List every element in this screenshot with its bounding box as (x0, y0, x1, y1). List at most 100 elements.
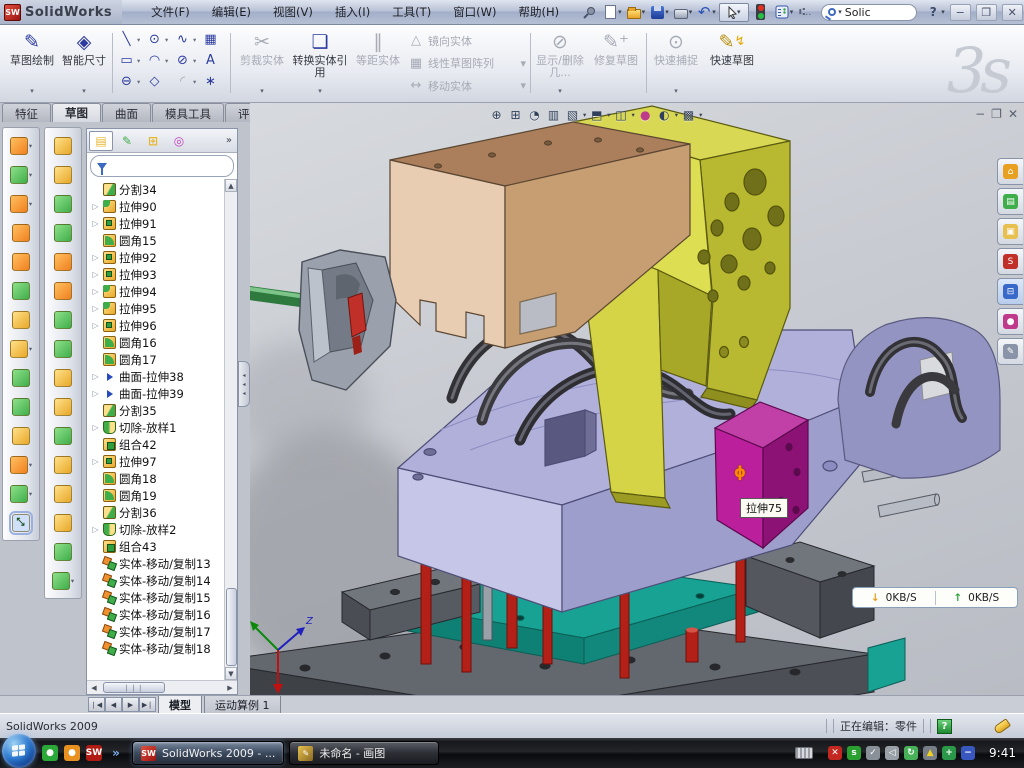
move-copy-icon[interactable]: ▾ (3, 450, 39, 479)
start-button[interactable] (2, 734, 36, 768)
rectangle-icon[interactable]: ▭ (118, 52, 135, 69)
task-pane-tab-resources-home-icon[interactable]: ⌂ (997, 158, 1023, 185)
options-icon[interactable] (773, 3, 791, 21)
tree-item-分割34[interactable]: 分割34 (87, 181, 237, 198)
new-document-icon[interactable] (601, 3, 619, 21)
hide-show-items-icon[interactable]: ◫ (613, 106, 630, 123)
task-pane-tab-appearances-sphere-icon[interactable]: ● (997, 308, 1023, 335)
select-dropdown-arrow[interactable]: ▾ (737, 8, 741, 16)
protect-plus-icon[interactable]: + (942, 746, 956, 760)
scrollbar-thumb[interactable] (226, 588, 237, 666)
trim-entities-button[interactable]: ✂ 剪裁实体▾ (236, 29, 288, 97)
spline-tool-icon-dropdown[interactable]: ▾ (71, 577, 74, 585)
offset-entities-button[interactable]: ∥ 等距实体 (352, 29, 404, 97)
tree-item-圆角18[interactable]: 圆角18 (87, 470, 237, 487)
scene-icon[interactable]: ◐ (656, 106, 673, 123)
last-tab-icon[interactable]: ▶❘ (139, 697, 156, 712)
circle-icon[interactable]: ⊙ (146, 31, 163, 48)
tree-item-圆角17[interactable]: 圆角17 (87, 351, 237, 368)
command-tab-2[interactable]: 曲面 (102, 103, 151, 122)
view-orientation-icon-dropdown[interactable]: ▾ (607, 111, 610, 119)
sketch-text-icon[interactable]: A (202, 52, 219, 69)
expand-icon[interactable]: ▷ (91, 321, 100, 330)
arc-icon[interactable]: ◠ (146, 52, 163, 69)
task-pane-tab-view-palette-icon[interactable]: ⊟ (997, 278, 1023, 305)
task-pane-tab-file-explorer-icon[interactable]: ▣ (997, 218, 1023, 245)
tree-filter-box[interactable] (90, 155, 234, 177)
pin-icon[interactable] (580, 3, 598, 21)
tree-item-拉伸94[interactable]: ▷拉伸94 (87, 283, 237, 300)
scene-icon-dropdown[interactable]: ▾ (675, 111, 678, 119)
tree-item-圆角19[interactable]: 圆角19 (87, 487, 237, 504)
cut-extrude-icon[interactable]: ▾ (3, 160, 39, 189)
arc-icon-dropdown[interactable]: ▾ (165, 57, 172, 65)
taskbar-window-0[interactable]: SWSolidWorks 2009 - ... (132, 741, 284, 765)
indent-icon[interactable] (45, 276, 81, 305)
boss-extrude-icon[interactable]: ▾ (3, 131, 39, 160)
pattern-icon[interactable]: ▾ (3, 334, 39, 363)
ellipse-icon-dropdown[interactable]: ▾ (193, 57, 200, 65)
task-pane-tab-custom-properties-icon[interactable]: ✎ (997, 338, 1023, 365)
hide-show-items-icon-dropdown[interactable]: ▾ (632, 111, 635, 119)
deform-icon[interactable] (45, 247, 81, 276)
imported-body-icon[interactable] (45, 450, 81, 479)
rib-icon[interactable] (3, 247, 39, 276)
section-view-icon[interactable]: ▥ (545, 106, 562, 123)
command-tab-3[interactable]: 模具工具 (152, 103, 224, 122)
boss-extrude-icon-dropdown[interactable]: ▾ (29, 142, 32, 150)
display-style-icon-dropdown[interactable]: ▾ (583, 111, 586, 119)
sweep-icon[interactable] (45, 189, 81, 218)
help-dropdown-arrow[interactable]: ▾ (941, 8, 945, 16)
flex-icon[interactable] (45, 131, 81, 160)
volume-icon[interactable]: ◁ (885, 746, 899, 760)
hscrollbar-thumb[interactable]: ❘❘❘ (103, 682, 165, 693)
restore-button[interactable]: ❐ (976, 4, 997, 21)
print-dropdown-arrow[interactable]: ▾ (689, 8, 693, 16)
menu-item-2[interactable]: 视图(V) (262, 1, 324, 23)
task-pane-tab-solidworks-search-icon[interactable]: S (997, 248, 1023, 275)
tree-item-拉伸96[interactable]: ▷拉伸96 (87, 317, 237, 334)
scroll-up-icon[interactable]: ▲ (225, 179, 237, 192)
help-icon[interactable]: ? (924, 3, 942, 21)
circle-icon-dropdown[interactable]: ▾ (165, 36, 172, 44)
spline-tool-icon[interactable]: ▾ (45, 566, 81, 595)
select-tool-button[interactable]: ▾ (719, 3, 749, 22)
save-dropdown-arrow[interactable]: ▾ (665, 8, 669, 16)
zoom-to-area-icon[interactable]: ⊞ (507, 106, 524, 123)
view-settings-icon-dropdown[interactable]: ▾ (699, 111, 702, 119)
move-copy-icon-dropdown[interactable]: ▾ (29, 461, 32, 469)
sketch-fillet-icon[interactable]: ◜ (174, 73, 191, 90)
tree-item-实体-移动/复制16[interactable]: 实体-移动/复制16 (87, 606, 237, 623)
toolbar-overflow-icon[interactable]: ⑆.. (796, 3, 814, 21)
expand-icon[interactable]: ▷ (91, 389, 100, 398)
minimize-button[interactable]: − (950, 4, 971, 21)
sync-icon[interactable]: ↻ (904, 746, 918, 760)
tree-item-分割36[interactable]: 分割36 (87, 504, 237, 521)
cylinder-icon[interactable] (45, 537, 81, 566)
antivirus-shield-icon[interactable]: ✕ (828, 746, 842, 760)
tree-item-分割35[interactable]: 分割35 (87, 402, 237, 419)
rapid-sketch-button[interactable]: ✎↯ 快速草图 (706, 29, 758, 97)
expand-icon[interactable]: ▷ (91, 304, 100, 313)
repair-sketch-button[interactable]: ✎⁺ 修复草图 (590, 29, 642, 97)
view-orientation-icon[interactable]: ⬒ (588, 106, 605, 123)
open-icon[interactable] (625, 3, 643, 21)
sketch-button[interactable]: ✎ 草图绘制▾ (6, 29, 58, 97)
smart-dimension-button[interactable]: ◈ 智能尺寸▾ (58, 29, 110, 97)
tags-icon[interactable] (993, 718, 1011, 735)
options-dropdown-arrow[interactable]: ▾ (790, 8, 794, 16)
spline-icon[interactable]: ∿ (174, 31, 191, 48)
panel-tab-property-manager-icon[interactable]: ✎ (115, 131, 139, 151)
cut-extrude-icon-dropdown[interactable]: ▾ (29, 171, 32, 179)
menu-item-6[interactable]: 帮助(H) (508, 1, 571, 23)
wrap-icon[interactable] (45, 479, 81, 508)
display-delete-relations-button[interactable]: ⊘ 显示/删除几...▾ (534, 29, 586, 97)
keyboard-icon[interactable] (795, 747, 813, 759)
tree-item-组合43[interactable]: 组合43 (87, 538, 237, 555)
tree-item-拉伸95[interactable]: ▷拉伸95 (87, 300, 237, 317)
expand-icon[interactable]: ▷ (91, 525, 100, 534)
pattern-icon-dropdown[interactable]: ▾ (29, 345, 32, 353)
prev-tab-icon[interactable]: ◀ (105, 697, 122, 712)
scroll-right-icon[interactable]: ▶ (223, 682, 237, 694)
curve-icon[interactable]: ▾ (3, 479, 39, 508)
